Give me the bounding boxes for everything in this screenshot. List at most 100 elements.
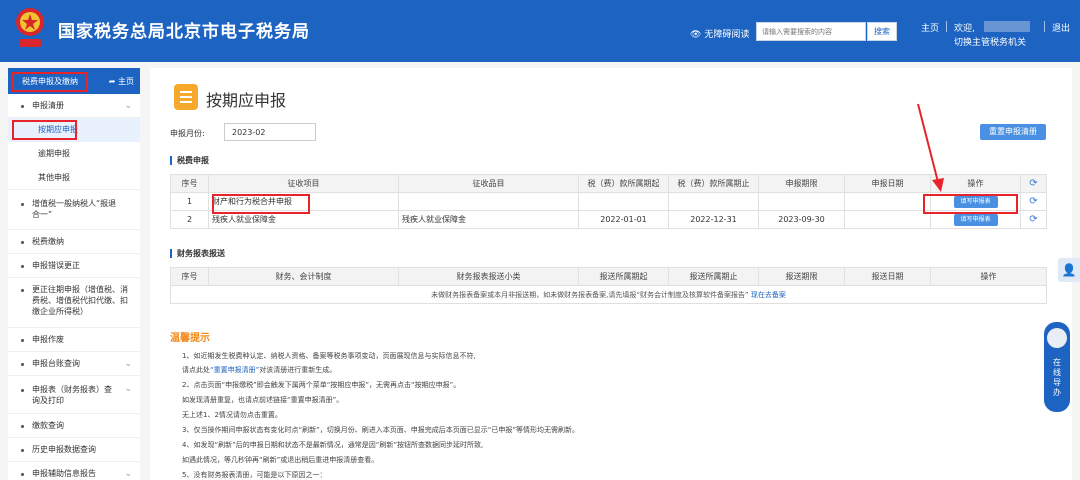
user-service-icon[interactable]: 👤 [1058,258,1080,282]
sidebar-item-payment[interactable]: 税费缴纳 [8,230,140,254]
online-service-widget[interactable]: 在线导办 [1044,322,1070,412]
column-header: 操作 [930,174,1021,193]
reset-list-link[interactable]: “重置申报清册” [210,366,259,374]
refresh-icon: ⟳ [1029,196,1038,207]
sidebar-home-label: 主页 [118,77,134,86]
refresh-icon: ⟳ [1029,214,1038,225]
tip-line: 5、没有财务报表清册，可能是以下原因之一： [182,471,327,479]
header-divider [946,21,947,32]
bullet-icon [21,389,24,392]
bullet-icon [21,289,24,292]
tip-text: 请点此处 [182,366,210,374]
chevron-down-icon: ⌄ [124,101,132,111]
tip-line: 请点此处“重置申报清册”对该清册进行重新生成。 [182,365,336,375]
tip-text: 对该清册进行重新生成。 [259,366,337,374]
sidebar: 税费申报及缴纳 ➦ 主页 申报清册 ⌄ 按期应申报 逾期申报 其他申报 增值税一… [8,68,140,480]
eye-icon: 👁 [690,30,702,40]
row-number: 1 [170,192,209,211]
tip-line: 如遇此情况，等几秒钟再“刷新”或退出稍后重进申报清册查看。 [182,456,379,464]
finance-section-title: 财务报表报送 [170,249,225,258]
home-link[interactable]: 主页 [921,21,939,34]
sidebar-title[interactable]: 税费申报及缴纳 [12,72,88,92]
fill-form-button[interactable]: 填写申报表 [953,213,998,226]
column-header: 报送所属期止 [668,267,759,286]
period-start: 2022-01-01 [578,210,669,229]
deadline: 2023-09-30 [758,210,845,229]
sidebar-item-label: 申报错误更正 [32,261,80,270]
sidebar-item-correction[interactable]: 申报错误更正 [8,254,140,278]
column-header: 征收项目 [208,174,399,193]
bullet-icon [21,265,24,268]
declare-date [844,192,931,211]
reset-list-button[interactable]: 重置申报清册 [980,124,1046,140]
sidebar-item-label: 申报清册 [32,101,64,110]
sidebar-subitem-label: 逾期申报 [38,149,70,158]
sidebar-item-vat-refund[interactable]: 增值税一般纳税人“报退合一” [8,190,140,230]
back-arrow-icon: ➦ [108,77,116,86]
period-start [578,192,669,211]
sidebar-item-report-print[interactable]: 申报表（财务报表）查询及打印 ⌄ [8,376,140,414]
sidebar-item-label: 申报辅助信息报告 [32,469,96,478]
sidebar-item-label: 更正往期申报（增值税、消费税、增值税代扣代缴、扣缴企业所得税） [32,285,128,316]
tip-line: 如发现清册重复，也请点前述链接“重置申报清册”。 [182,396,344,404]
accessibility-link[interactable]: 👁 无障碍阅读 [690,27,749,40]
logout-link[interactable]: 退出 [1052,21,1070,34]
header-divider [1044,21,1045,32]
chevron-down-icon: ⌄ [124,469,132,479]
sidebar-item-history[interactable]: 历史申报数据查询 [8,438,140,462]
column-header: 操作 [930,267,1047,286]
column-header: 税（费）款所属期起 [578,174,669,193]
tax-section-title: 税费申报 [170,156,209,165]
empty-note: 未做财务报表备案或本月非报送期，如未做财务报表备案,请先填报“财务会计制度及核算… [170,285,1047,304]
refresh-all-button[interactable]: ⟳ [1020,174,1047,193]
column-header: 报送所属期起 [578,267,669,286]
declare-date [844,210,931,229]
row-refresh-button[interactable]: ⟳ [1020,210,1047,229]
tips-title: 温馨提示 [170,333,210,344]
highlight-box [12,120,77,140]
go-register-link[interactable]: 现在去备案 [751,291,786,299]
bullet-icon [21,473,24,476]
tip-line: 3、仅当操作期间申报状态有变化时点“刷新”，切换月份、刷进入本页面、申报完成后本… [182,426,579,434]
switch-authority-link[interactable]: 切换主管税务机关 [954,35,1026,48]
chevron-down-icon: ⌄ [124,384,132,394]
sidebar-item-label: 增值税一般纳税人“报退合一” [32,199,117,219]
site-title: 国家税务总局北京市电子税务局 [58,22,310,42]
notebook-icon [174,84,198,110]
agent-avatar [1047,328,1067,348]
bullet-icon [21,241,24,244]
period-end: 2022-12-31 [668,210,759,229]
search-input[interactable] [756,22,866,41]
search-button[interactable]: 搜索 [867,22,897,41]
table-row: 未做财务报表备案或本月非报送期，如未做财务报表备案,请先填报“财务会计制度及核算… [170,285,1047,304]
sidebar-subitem-overdue[interactable]: 逾期申报 [8,142,140,166]
sidebar-item-payment-query[interactable]: 缴款查询 [8,414,140,438]
finance-report-table: 序号 财务、会计制度 财务报表报送小类 报送所属期起 报送所属期止 报送期限 报… [170,267,1047,304]
column-header: 序号 [170,174,209,193]
sidebar-item-declaration-list[interactable]: 申报清册 ⌄ [8,94,140,118]
column-header: 申报期限 [758,174,845,193]
sidebar-item-aux-report[interactable]: 申报辅助信息报告 ⌄ [8,462,140,480]
deadline [758,192,845,211]
sidebar-item-ledger[interactable]: 申报台账查询 ⌄ [8,352,140,376]
column-header: 财务报表报送小类 [398,267,579,286]
row-refresh-button[interactable]: ⟳ [1020,192,1047,211]
column-header: 报送期限 [758,267,845,286]
sidebar-home-link[interactable]: ➦ 主页 [109,76,134,87]
month-field[interactable]: 2023-02 [224,123,316,141]
sidebar-item-label: 申报作废 [32,335,64,344]
sidebar-item-label: 缴款查询 [32,421,64,430]
refresh-icon: ⟳ [1029,178,1038,189]
tip-line: 1、如近期发生税费种认定、纳税人资格、备案等税务事项变动，页面展现信息与实际信息… [182,352,476,360]
sidebar-item-void[interactable]: 申报作废 [8,328,140,352]
welcome-text: 欢迎, [954,24,975,34]
tip-line: 4、如发现“刷新”后的申报日期和状态不是最新情况，通常是因“刷新”按钮所查数据同… [182,441,484,449]
sidebar-subitem-other[interactable]: 其他申报 [8,166,140,190]
accessibility-label: 无障碍阅读 [704,30,750,40]
column-header: 报送日期 [844,267,931,286]
month-label: 申报月份: [170,129,205,138]
column-header: 序号 [170,267,209,286]
top-header: 国家税务总局北京市电子税务局 👁 无障碍阅读 搜索 主页 欢迎, 切换主管税务机… [0,0,1080,62]
sidebar-subitem-scheduled[interactable]: 按期应申报 [8,118,140,142]
sidebar-item-past-correction[interactable]: 更正往期申报（增值税、消费税、增值税代扣代缴、扣缴企业所得税） [8,278,140,328]
